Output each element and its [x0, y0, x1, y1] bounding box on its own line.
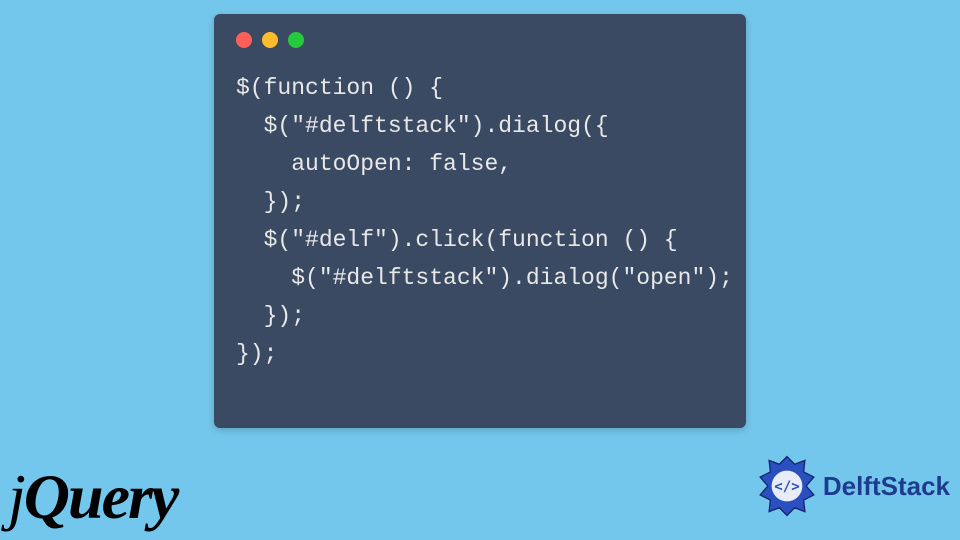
- code-line: autoOpen: false,: [236, 146, 724, 184]
- svg-text:</>: </>: [774, 479, 799, 495]
- code-window: $(function () { $("#delftstack").dialog(…: [214, 14, 746, 428]
- close-icon: [236, 32, 252, 48]
- window-controls: [236, 32, 724, 48]
- jquery-logo-j: j: [8, 461, 24, 532]
- code-line: $("#delf").click(function () {: [236, 222, 724, 260]
- code-line: });: [236, 298, 724, 336]
- minimize-icon: [262, 32, 278, 48]
- delftstack-logo: </> DelftStack: [755, 454, 950, 518]
- code-line: $("#delftstack").dialog("open");: [236, 260, 724, 298]
- jquery-logo-rest: Query: [24, 461, 178, 532]
- zoom-icon: [288, 32, 304, 48]
- delftstack-text: DelftStack: [823, 471, 950, 502]
- jquery-logo: jQuery: [8, 460, 177, 534]
- delftstack-badge-icon: </>: [755, 454, 819, 518]
- code-line: $(function () {: [236, 70, 724, 108]
- code-line: $("#delftstack").dialog({: [236, 108, 724, 146]
- code-line: });: [236, 184, 724, 222]
- code-line: });: [236, 336, 724, 374]
- code-block: $(function () { $("#delftstack").dialog(…: [236, 70, 724, 374]
